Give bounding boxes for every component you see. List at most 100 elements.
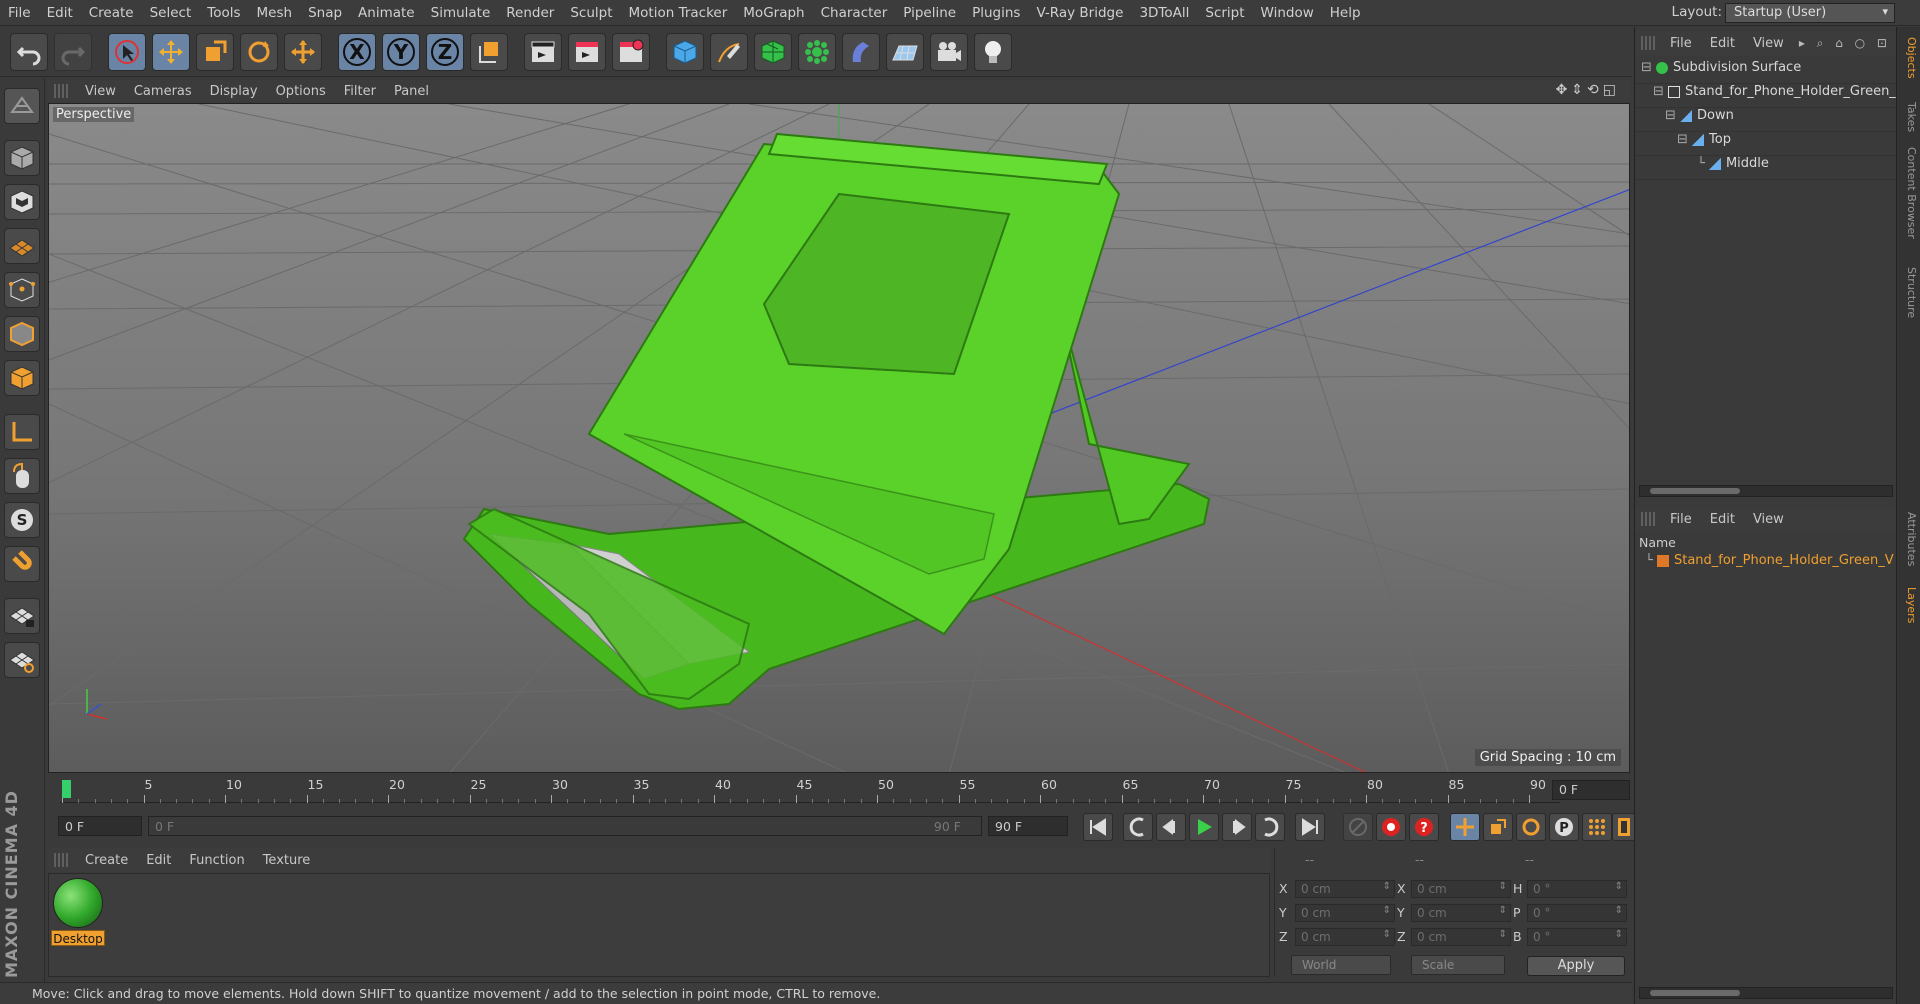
material-menu-function[interactable]: Function <box>180 853 253 868</box>
menu-mograph[interactable]: MoGraph <box>735 0 812 26</box>
object-row-top[interactable]: ⊟ Top <box>1635 132 1897 156</box>
key-parameter-button[interactable]: P <box>1549 813 1579 841</box>
tweak-mode-button[interactable] <box>4 458 40 494</box>
size-mode-select[interactable]: Scale <box>1411 955 1505 975</box>
end-frame-input[interactable]: 90 F <box>988 816 1068 836</box>
rotation-h-input[interactable]: 0 ° <box>1527 880 1627 898</box>
menu-edit[interactable]: Edit <box>39 0 81 26</box>
position-z-input[interactable]: 0 cm <box>1295 928 1395 946</box>
layers-scrollbar[interactable] <box>1639 987 1893 999</box>
object-row-middle[interactable]: └ Middle <box>1635 156 1897 180</box>
menu-motion-tracker[interactable]: Motion Tracker <box>621 0 736 26</box>
menu-tools[interactable]: Tools <box>199 0 248 26</box>
enable-snap-magnet-button[interactable] <box>4 546 40 582</box>
position-y-input[interactable]: 0 cm <box>1295 904 1395 922</box>
object-row-stand-group[interactable]: ⊟ Stand_for_Phone_Holder_Green_ <box>1635 84 1897 108</box>
workplane-mode-button[interactable] <box>4 228 40 264</box>
locked-workplane-button[interactable] <box>4 598 40 634</box>
panel-grip-icon[interactable] <box>1641 36 1657 50</box>
objects-scrollbar[interactable] <box>1639 485 1893 497</box>
material-menu-texture[interactable]: Texture <box>254 853 320 868</box>
undo-button[interactable] <box>10 33 48 71</box>
tab-layers[interactable]: Layers <box>1900 587 1918 623</box>
record-keys-button[interactable] <box>1343 813 1373 841</box>
panel-grip-icon[interactable] <box>54 84 70 98</box>
scale-tool-button[interactable] <box>196 33 234 71</box>
tree-collapse-icon[interactable]: ⊟ <box>1653 84 1664 99</box>
position-x-input[interactable]: 0 cm <box>1295 880 1395 898</box>
tree-collapse-icon[interactable]: ⊟ <box>1641 60 1652 75</box>
menu-render[interactable]: Render <box>498 0 562 26</box>
subdivision-surface-button[interactable] <box>754 33 792 71</box>
viewport-perspective[interactable]: Perspective Grid Spacing : 10 cm <box>48 103 1630 773</box>
menu-window[interactable]: Window <box>1253 0 1322 26</box>
menu-help[interactable]: Help <box>1322 0 1369 26</box>
preview-range-slider[interactable]: 0 F 90 F <box>148 816 982 836</box>
menu-sculpt[interactable]: Sculpt <box>562 0 620 26</box>
tab-content-browser[interactable]: Content Browser <box>1900 147 1918 239</box>
panel-grip-icon[interactable] <box>1641 512 1657 526</box>
coordinate-space-select[interactable]: World <box>1291 955 1391 975</box>
go-to-end-button[interactable] <box>1295 813 1325 841</box>
material-manager-area[interactable]: Desktop <box>48 873 1270 977</box>
polygons-mode-button[interactable] <box>4 360 40 396</box>
material-menu-edit[interactable]: Edit <box>137 853 180 868</box>
playhead[interactable] <box>62 780 71 798</box>
scrollbar-thumb[interactable] <box>1650 990 1740 996</box>
move-tool-button[interactable] <box>152 33 190 71</box>
objects-menu-file[interactable]: File <box>1661 36 1701 51</box>
viewport-nav-icons[interactable]: ✥⇕⟲◱ <box>1556 82 1620 98</box>
render-view-button[interactable] <box>524 33 562 71</box>
x-axis-lock-button[interactable]: X <box>338 33 376 71</box>
render-picture-viewer-button[interactable] <box>568 33 606 71</box>
key-rotation-button[interactable] <box>1516 813 1546 841</box>
viewport-menu-panel[interactable]: Panel <box>385 84 438 99</box>
rotation-b-input[interactable]: 0 ° <box>1527 928 1627 946</box>
previous-key-button[interactable] <box>1123 813 1153 841</box>
menu-create[interactable]: Create <box>81 0 142 26</box>
menu-plugins[interactable]: Plugins <box>964 0 1028 26</box>
material-name-label[interactable]: Desktop <box>51 930 105 946</box>
current-frame-input[interactable]: 0 F <box>58 816 142 836</box>
layout-select[interactable]: Startup (User) <box>1725 3 1895 23</box>
timeline-scheme-button[interactable] <box>1612 813 1636 841</box>
apply-button[interactable]: Apply <box>1527 956 1625 976</box>
current-frame-field[interactable]: 0 F <box>1552 780 1630 800</box>
points-mode-button[interactable] <box>4 272 40 308</box>
model-mode-button[interactable] <box>4 140 40 176</box>
menu-vray-bridge[interactable]: V-Ray Bridge <box>1028 0 1131 26</box>
scrollbar-thumb[interactable] <box>1650 488 1740 494</box>
menu-mesh[interactable]: Mesh <box>249 0 301 26</box>
axis-mode-button[interactable] <box>4 414 40 450</box>
viewport-menu-options[interactable]: Options <box>267 84 335 99</box>
size-x-input[interactable]: 0 cm <box>1411 880 1511 898</box>
transform-tool-button[interactable] <box>284 33 322 71</box>
live-selection-button[interactable] <box>108 33 146 71</box>
play-button[interactable] <box>1189 813 1219 841</box>
next-frame-button[interactable] <box>1222 813 1252 841</box>
coordinate-system-button[interactable] <box>470 33 508 71</box>
objects-toolbar-icons[interactable]: ▸ ⌕ ⌂ ○ ⊡ <box>1799 36 1891 51</box>
object-row-down[interactable]: ⊟ Down <box>1635 108 1897 132</box>
objects-menu-view[interactable]: View <box>1744 36 1793 51</box>
object-row-subdivision-surface[interactable]: ⊟ Subdivision Surface <box>1635 60 1897 84</box>
snap-enable-button[interactable]: S <box>4 502 40 538</box>
size-z-input[interactable]: 0 cm <box>1411 928 1511 946</box>
layers-column-name[interactable]: Name <box>1639 535 1676 550</box>
tab-objects[interactable]: Objects <box>1900 37 1918 79</box>
z-axis-lock-button[interactable]: Z <box>426 33 464 71</box>
light-object-button[interactable] <box>974 33 1012 71</box>
autokeying-button[interactable]: ? <box>1409 813 1439 841</box>
next-key-button[interactable] <box>1255 813 1285 841</box>
rotate-tool-button[interactable] <box>240 33 278 71</box>
record-active-button[interactable] <box>1376 813 1406 841</box>
go-to-start-button[interactable] <box>1083 813 1113 841</box>
render-settings-button[interactable] <box>612 33 650 71</box>
camera-object-button[interactable] <box>930 33 968 71</box>
edges-mode-button[interactable] <box>4 316 40 352</box>
timeline[interactable]: 051015202530354045505560657075808590 0 F <box>48 775 1630 805</box>
planar-workplane-button[interactable] <box>4 642 40 678</box>
pen-spline-button[interactable] <box>710 33 748 71</box>
menu-script[interactable]: Script <box>1197 0 1252 26</box>
key-scale-button[interactable] <box>1483 813 1513 841</box>
